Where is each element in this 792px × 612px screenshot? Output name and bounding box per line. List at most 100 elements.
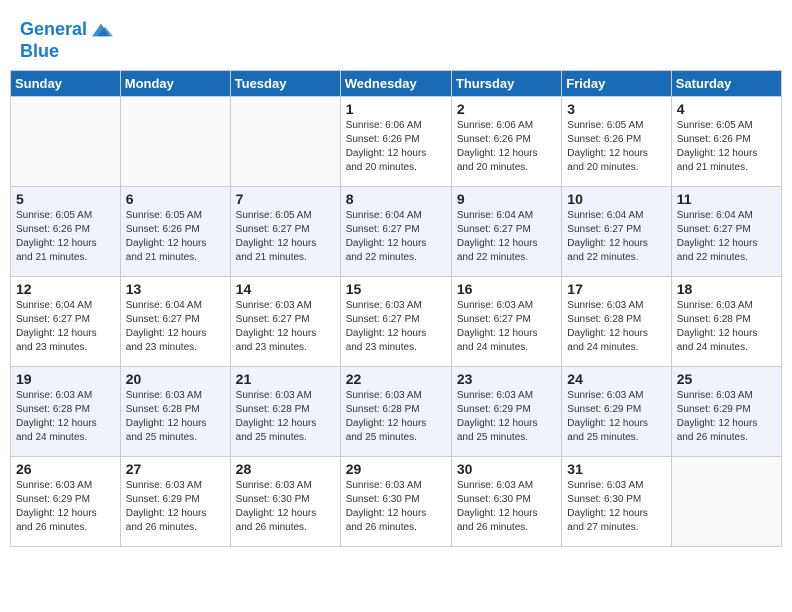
day-info: Sunrise: 6:03 AM Sunset: 6:28 PM Dayligh… [346, 389, 446, 445]
day-number: 13 [126, 281, 225, 297]
day-number: 25 [677, 371, 776, 387]
day-info: Sunrise: 6:05 AM Sunset: 6:26 PM Dayligh… [677, 119, 776, 175]
day-info: Sunrise: 6:04 AM Sunset: 6:27 PM Dayligh… [126, 299, 225, 355]
calendar-cell: 3 Sunrise: 6:05 AM Sunset: 6:26 PM Daylig… [562, 96, 671, 186]
calendar-cell: 18 Sunrise: 6:03 AM Sunset: 6:28 PM Dayli… [671, 276, 781, 366]
day-number: 22 [346, 371, 446, 387]
day-number: 6 [126, 191, 225, 207]
day-info: Sunrise: 6:03 AM Sunset: 6:29 PM Dayligh… [126, 479, 225, 535]
calendar-cell: 29 Sunrise: 6:03 AM Sunset: 6:30 PM Dayli… [340, 456, 451, 546]
page-header: General Blue [10, 10, 782, 66]
calendar-cell: 16Sunrise: 6:03 AM Sunset: 6:27 PM Dayli… [451, 276, 561, 366]
day-info: Sunrise: 6:03 AM Sunset: 6:30 PM Dayligh… [346, 479, 446, 535]
calendar-cell: 9 Sunrise: 6:04 AM Sunset: 6:27 PM Daylig… [451, 186, 561, 276]
calendar-cell: 26 Sunrise: 6:03 AM Sunset: 6:29 PM Dayli… [11, 456, 121, 546]
calendar-cell: 5 Sunrise: 6:05 AM Sunset: 6:26 PM Daylig… [11, 186, 121, 276]
day-number: 14 [236, 281, 335, 297]
day-number: 26 [16, 461, 115, 477]
day-number: 30 [457, 461, 556, 477]
day-number: 20 [126, 371, 225, 387]
calendar-cell: 28Sunrise: 6:03 AM Sunset: 6:30 PM Dayli… [230, 456, 340, 546]
calendar-cell [120, 96, 230, 186]
day-info: Sunrise: 6:05 AM Sunset: 6:27 PM Dayligh… [236, 209, 335, 265]
day-info: Sunrise: 6:03 AM Sunset: 6:29 PM Dayligh… [457, 389, 556, 445]
day-info: Sunrise: 6:03 AM Sunset: 6:27 PM Dayligh… [236, 299, 335, 355]
day-number: 29 [346, 461, 446, 477]
day-number: 11 [677, 191, 776, 207]
day-number: 5 [16, 191, 115, 207]
calendar-cell: 30 Sunrise: 6:03 AM Sunset: 6:30 PM Dayli… [451, 456, 561, 546]
day-number: 7 [236, 191, 335, 207]
calendar-cell: 21 Sunrise: 6:03 AM Sunset: 6:28 PM Dayli… [230, 366, 340, 456]
day-number: 27 [126, 461, 225, 477]
calendar-cell: 6 Sunrise: 6:05 AM Sunset: 6:26 PM Daylig… [120, 186, 230, 276]
day-info: Sunrise: 6:06 AM Sunset: 6:26 PM Dayligh… [457, 119, 556, 175]
weekday-header-saturday: Saturday [671, 70, 781, 96]
day-number: 16 [457, 281, 556, 297]
day-info: Sunrise: 6:05 AM Sunset: 6:26 PM Dayligh… [567, 119, 665, 175]
calendar-cell: 2 Sunrise: 6:06 AM Sunset: 6:26 PM Daylig… [451, 96, 561, 186]
day-number: 3 [567, 101, 665, 117]
day-info: Sunrise: 6:03 AM Sunset: 6:28 PM Dayligh… [16, 389, 115, 445]
day-info: Sunrise: 6:04 AM Sunset: 6:27 PM Dayligh… [16, 299, 115, 355]
calendar-cell: 14 Sunrise: 6:03 AM Sunset: 6:27 PM Dayli… [230, 276, 340, 366]
calendar-cell [230, 96, 340, 186]
calendar-cell: 13 Sunrise: 6:04 AM Sunset: 6:27 PM Dayli… [120, 276, 230, 366]
calendar-cell [671, 456, 781, 546]
day-number: 2 [457, 101, 556, 117]
day-info: Sunrise: 6:04 AM Sunset: 6:27 PM Dayligh… [457, 209, 556, 265]
calendar-cell [11, 96, 121, 186]
calendar-cell: 4 Sunrise: 6:05 AM Sunset: 6:26 PM Daylig… [671, 96, 781, 186]
calendar-cell: 24 Sunrise: 6:03 AM Sunset: 6:29 PM Dayli… [562, 366, 671, 456]
day-number: 1 [346, 101, 446, 117]
day-info: Sunrise: 6:04 AM Sunset: 6:27 PM Dayligh… [677, 209, 776, 265]
day-info: Sunrise: 6:03 AM Sunset: 6:29 PM Dayligh… [567, 389, 665, 445]
weekday-header-monday: Monday [120, 70, 230, 96]
day-info: Sunrise: 6:04 AM Sunset: 6:27 PM Dayligh… [346, 209, 446, 265]
day-info: Sunrise: 6:03 AM Sunset: 6:30 PM Dayligh… [567, 479, 665, 535]
calendar-cell: 10Sunrise: 6:04 AM Sunset: 6:27 PM Dayli… [562, 186, 671, 276]
day-number: 15 [346, 281, 446, 297]
day-number: 12 [16, 281, 115, 297]
day-info: Sunrise: 6:03 AM Sunset: 6:28 PM Dayligh… [236, 389, 335, 445]
calendar-cell: 7 Sunrise: 6:05 AM Sunset: 6:27 PM Daylig… [230, 186, 340, 276]
day-info: Sunrise: 6:03 AM Sunset: 6:29 PM Dayligh… [16, 479, 115, 535]
calendar-cell: 19 Sunrise: 6:03 AM Sunset: 6:28 PM Dayli… [11, 366, 121, 456]
weekday-header-sunday: Sunday [11, 70, 121, 96]
day-number: 24 [567, 371, 665, 387]
logo-subtext: Blue [20, 42, 113, 62]
day-number: 19 [16, 371, 115, 387]
calendar-cell: 12 Sunrise: 6:04 AM Sunset: 6:27 PM Dayli… [11, 276, 121, 366]
day-info: Sunrise: 6:06 AM Sunset: 6:26 PM Dayligh… [346, 119, 446, 175]
day-info: Sunrise: 6:03 AM Sunset: 6:30 PM Dayligh… [457, 479, 556, 535]
day-info: Sunrise: 6:03 AM Sunset: 6:28 PM Dayligh… [567, 299, 665, 355]
calendar-cell: 31Sunrise: 6:03 AM Sunset: 6:30 PM Dayli… [562, 456, 671, 546]
weekday-header-friday: Friday [562, 70, 671, 96]
calendar-cell: 20 Sunrise: 6:03 AM Sunset: 6:28 PM Dayli… [120, 366, 230, 456]
weekday-header-wednesday: Wednesday [340, 70, 451, 96]
logo: General Blue [20, 18, 113, 62]
calendar-cell: 15 Sunrise: 6:03 AM Sunset: 6:27 PM Dayli… [340, 276, 451, 366]
calendar-cell: 11 Sunrise: 6:04 AM Sunset: 6:27 PM Dayli… [671, 186, 781, 276]
day-number: 8 [346, 191, 446, 207]
calendar-cell: 17Sunrise: 6:03 AM Sunset: 6:28 PM Dayli… [562, 276, 671, 366]
day-info: Sunrise: 6:03 AM Sunset: 6:30 PM Dayligh… [236, 479, 335, 535]
day-info: Sunrise: 6:03 AM Sunset: 6:28 PM Dayligh… [126, 389, 225, 445]
day-number: 10 [567, 191, 665, 207]
calendar-cell: 25Sunrise: 6:03 AM Sunset: 6:29 PM Dayli… [671, 366, 781, 456]
day-number: 18 [677, 281, 776, 297]
day-number: 21 [236, 371, 335, 387]
logo-text: General [20, 18, 113, 42]
calendar-cell: 23Sunrise: 6:03 AM Sunset: 6:29 PM Dayli… [451, 366, 561, 456]
day-info: Sunrise: 6:05 AM Sunset: 6:26 PM Dayligh… [126, 209, 225, 265]
day-info: Sunrise: 6:05 AM Sunset: 6:26 PM Dayligh… [16, 209, 115, 265]
calendar-cell: 22 Sunrise: 6:03 AM Sunset: 6:28 PM Dayli… [340, 366, 451, 456]
day-info: Sunrise: 6:03 AM Sunset: 6:27 PM Dayligh… [346, 299, 446, 355]
calendar-cell: 8 Sunrise: 6:04 AM Sunset: 6:27 PM Daylig… [340, 186, 451, 276]
day-number: 9 [457, 191, 556, 207]
calendar-table: SundayMondayTuesdayWednesdayThursdayFrid… [10, 70, 782, 547]
day-info: Sunrise: 6:03 AM Sunset: 6:28 PM Dayligh… [677, 299, 776, 355]
weekday-header-tuesday: Tuesday [230, 70, 340, 96]
day-number: 4 [677, 101, 776, 117]
calendar-cell: 27 Sunrise: 6:03 AM Sunset: 6:29 PM Dayli… [120, 456, 230, 546]
